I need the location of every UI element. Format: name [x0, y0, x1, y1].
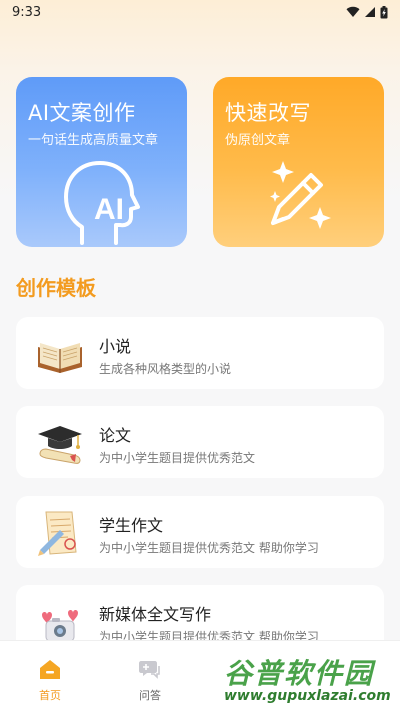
template-novel-title: 小说: [99, 337, 132, 356]
templates-section-title: 创作模板: [16, 276, 96, 300]
template-student-essay-desc: 为中小学生题目提供优秀范文 帮助你学习: [99, 541, 319, 555]
watermark: 谷普软件园 www.gupuxlazai.com: [220, 650, 396, 708]
ai-writing-subtitle: 一句话生成高质量文章: [28, 133, 159, 148]
status-icons: [346, 5, 388, 19]
camera-hearts-icon: [42, 610, 78, 642]
tab-qa[interactable]: 问答: [110, 641, 190, 712]
status-time: 9:33: [12, 4, 42, 20]
wifi-icon: [346, 6, 360, 18]
signal-icon: [365, 7, 375, 17]
chat-icon: [139, 661, 160, 679]
tab-qa-label: 问答: [139, 689, 161, 702]
paper-pencil-icon: [38, 511, 77, 556]
template-novel-desc: 生成各种风格类型的小说: [99, 362, 232, 376]
template-thesis-desc: 为中小学生题目提供优秀范文: [99, 451, 256, 465]
open-book-icon: [38, 343, 82, 373]
quick-rewrite-title: 快速改写: [225, 101, 311, 125]
ai-writing-card[interactable]: AI文案创作 一句话生成高质量文章 AI: [16, 77, 187, 247]
template-student-essay-title: 学生作文: [99, 516, 164, 535]
ai-writing-title: AI文案创作: [28, 101, 136, 125]
watermark-title: 谷普软件园: [224, 657, 375, 690]
template-thesis[interactable]: 论文 为中小学生题目提供优秀范文: [16, 406, 384, 478]
svg-text:AI: AI: [94, 193, 124, 226]
template-novel[interactable]: 小说 生成各种风格类型的小说: [16, 317, 384, 389]
ai-head-icon: AI: [64, 161, 140, 245]
status-bar: 9:33: [0, 0, 400, 24]
template-student-essay[interactable]: 学生作文 为中小学生题目提供优秀范文 帮助你学习: [16, 496, 384, 568]
graduation-cap-icon: [38, 426, 82, 464]
template-new-media-title: 新媒体全文写作: [99, 605, 212, 624]
quick-rewrite-subtitle: 伪原创文章: [225, 133, 291, 148]
tab-home-label: 首页: [39, 689, 61, 702]
watermark-url: www.gupuxlazai.com: [224, 688, 391, 704]
quick-rewrite-card[interactable]: 快速改写 伪原创文章: [213, 77, 384, 247]
home-icon: [40, 660, 60, 679]
template-thesis-title: 论文: [99, 426, 132, 445]
battery-icon: [380, 5, 388, 18]
tab-home[interactable]: 首页: [10, 641, 90, 712]
magic-pen-icon: [270, 161, 331, 229]
